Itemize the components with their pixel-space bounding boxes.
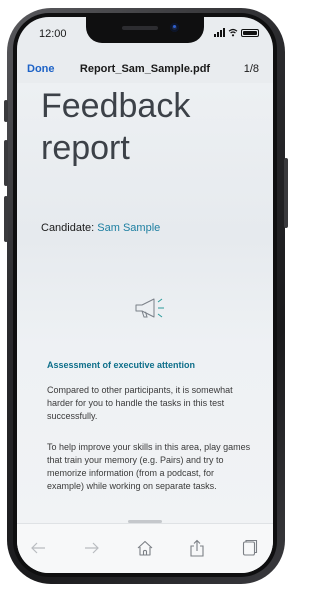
- share-icon[interactable]: [187, 539, 207, 557]
- candidate-line: Candidate: Sam Sample: [41, 222, 160, 234]
- signal-icon: [214, 28, 225, 37]
- section-title: Assessment of executive attention: [47, 360, 196, 370]
- document-title: Report_Sam_Sample.pdf: [79, 63, 211, 75]
- drag-handle[interactable]: [128, 520, 162, 523]
- home-icon[interactable]: [135, 539, 155, 557]
- volume-down-button: [4, 196, 8, 242]
- notch: [86, 17, 204, 43]
- status-icons: [214, 28, 259, 37]
- paragraph-1: Compared to other participants, it is so…: [47, 385, 233, 421]
- tabs-icon[interactable]: [239, 539, 259, 557]
- candidate-label: Candidate:: [41, 222, 95, 234]
- power-button: [284, 158, 288, 228]
- browser-toolbar: [17, 520, 273, 573]
- pdf-nav-bar: Done Report_Sam_Sample.pdf 1/8: [17, 55, 273, 83]
- wifi-icon: [228, 28, 238, 37]
- battery-icon: [241, 28, 259, 37]
- pdf-page[interactable]: Feedback report Candidate: Sam Sample As…: [17, 83, 273, 523]
- heading-line-1: Feedback: [41, 87, 191, 125]
- back-arrow-icon[interactable]: [29, 539, 49, 557]
- screen: 12:00 Done Report_Sam_Sample.pdf 1/8 Fee…: [17, 17, 273, 573]
- heading-line-2: report: [41, 129, 130, 167]
- status-time: 12:00: [39, 28, 67, 40]
- paragraph-2: To help improve your skills in this area…: [47, 442, 251, 491]
- page-indicator: 1/8: [243, 63, 259, 75]
- candidate-name: Sam Sample: [97, 222, 161, 234]
- front-camera: [170, 23, 179, 32]
- mute-switch: [4, 100, 8, 122]
- volume-up-button: [4, 140, 8, 186]
- report-heading: Feedback report: [41, 85, 190, 169]
- megaphone-icon: [135, 298, 164, 318]
- speaker-grille: [122, 26, 158, 30]
- forward-arrow-icon[interactable]: [81, 539, 101, 557]
